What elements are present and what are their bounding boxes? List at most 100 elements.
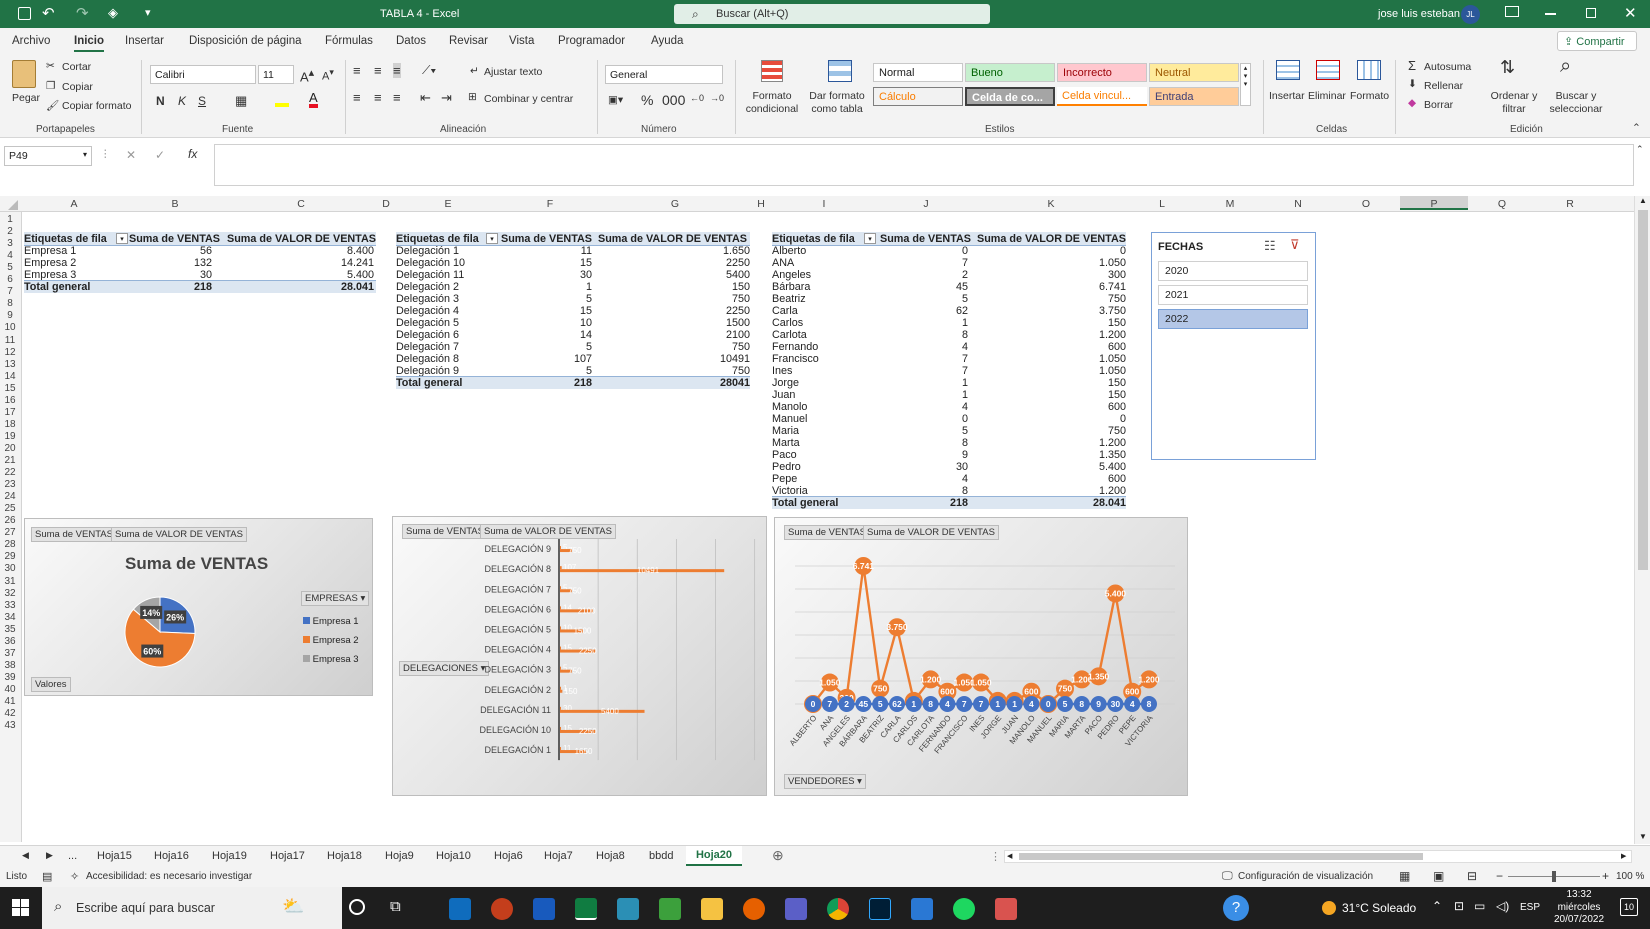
menu-ayuda[interactable]: Ayuda	[651, 35, 683, 47]
prev-sheet-icon[interactable]: ◀	[22, 850, 29, 861]
pivot-row-label[interactable]: ANA	[772, 257, 876, 269]
row-header[interactable]: 17	[0, 407, 20, 418]
cortana-icon[interactable]	[349, 899, 365, 915]
pivot-cell-value[interactable]: 150	[968, 389, 1126, 401]
menu-archivo[interactable]: Archivo	[12, 35, 50, 47]
bar[interactable]	[560, 566, 562, 570]
sort-filter-icon[interactable]: ⇅	[1500, 57, 1515, 78]
row-header[interactable]: 35	[0, 624, 20, 635]
row-header[interactable]: 19	[0, 431, 20, 442]
pivot-cell-value[interactable]: 0	[876, 245, 968, 257]
pivot-cell-value[interactable]: 107	[500, 353, 592, 365]
pivot-cell-value[interactable]: 8	[876, 329, 968, 341]
clear-filter-icon[interactable]: ⊽	[1290, 237, 1300, 253]
row-header[interactable]: 24	[0, 491, 20, 502]
pivot-total-label[interactable]: Total general	[772, 497, 876, 509]
row-header[interactable]: 4	[0, 250, 20, 261]
search-box[interactable]: ⌕ Buscar (Alt+Q)	[674, 4, 990, 24]
sheet-tab[interactable]: bbdd	[649, 850, 673, 862]
pivot-cell-value[interactable]: 750	[592, 293, 750, 305]
pivot-row-label[interactable]: Delegación 2	[396, 281, 500, 293]
sheet-tab[interactable]: Hoja7	[544, 850, 573, 862]
row-header[interactable]: 34	[0, 612, 20, 623]
align-top-icon[interactable]: ≡	[353, 63, 361, 78]
pivot-cell-value[interactable]: 6.741	[968, 281, 1126, 293]
pivot-total-value[interactable]: 28.041	[968, 497, 1126, 509]
format-painter-button[interactable]: Copiar formato	[62, 100, 131, 112]
pivot-cell-value[interactable]: 1.050	[968, 353, 1126, 365]
pivot-cell-value[interactable]: 5400	[592, 269, 750, 281]
horizontal-scrollbar[interactable]: ◀ ▶	[1004, 850, 1632, 863]
column-header[interactable]: G	[598, 198, 752, 210]
pivot-cell-value[interactable]: 2250	[592, 305, 750, 317]
pivot-cell-value[interactable]: 8.400	[212, 245, 374, 257]
sheet-tab[interactable]: Hoja10	[436, 850, 471, 862]
add-sheet-icon[interactable]: ⊕	[772, 847, 784, 864]
sheet-tab[interactable]: Hoja18	[327, 850, 362, 862]
pivot-row-label[interactable]: Delegación 1	[396, 245, 500, 257]
pivot-cell-value[interactable]: 1	[500, 281, 592, 293]
sheet-tab[interactable]: Hoja8	[596, 850, 625, 862]
autosum-icon[interactable]: Σ	[1408, 58, 1416, 73]
wrap-text-button[interactable]: Ajustar texto	[484, 66, 542, 78]
accessibility-icon[interactable]: ✧	[70, 870, 79, 883]
row-header[interactable]: 32	[0, 588, 20, 599]
display-settings-link[interactable]: Configuración de visualización	[1238, 871, 1373, 882]
pivot-row-label[interactable]: Carlos	[772, 317, 876, 329]
camtasia-icon[interactable]	[659, 898, 681, 920]
column-header[interactable]: H	[752, 198, 770, 210]
insert-cells-button[interactable]: Insertar	[1269, 90, 1305, 102]
column-header[interactable]: B	[126, 198, 224, 210]
font-size-select[interactable]: 11	[258, 65, 294, 84]
menu-revisar[interactable]: Revisar	[449, 35, 488, 47]
column-header[interactable]: O	[1332, 198, 1400, 210]
network-icon[interactable]: ⊡	[1454, 899, 1464, 913]
restore-icon[interactable]	[1586, 8, 1596, 18]
row-header[interactable]: 26	[0, 515, 20, 526]
pivot-cell-value[interactable]: 600	[968, 341, 1126, 353]
sheet-tab[interactable]: Hoja17	[270, 850, 305, 862]
filter-dropdown-icon[interactable]: ▾	[116, 233, 128, 244]
photos-icon[interactable]	[911, 898, 933, 920]
collapse-ribbon-icon[interactable]: ⌃	[1632, 122, 1641, 134]
bar[interactable]	[560, 586, 561, 590]
pivot-row-label[interactable]: Delegación 4	[396, 305, 500, 317]
share-button[interactable]: ⇪ Compartir	[1557, 31, 1637, 51]
menu-formulas[interactable]: Fórmulas	[325, 35, 373, 47]
pivot-cell-value[interactable]: 2100	[592, 329, 750, 341]
bar[interactable]	[560, 646, 561, 650]
pivot-row-label[interactable]: Bárbara	[772, 281, 876, 293]
pivot-row-label[interactable]: Delegación 5	[396, 317, 500, 329]
notifications-icon[interactable]: 10	[1620, 898, 1638, 916]
pivot-cell-value[interactable]: 1.200	[968, 437, 1126, 449]
cancel-icon[interactable]: ✕	[126, 148, 136, 162]
pivot-row-label[interactable]: Carla	[772, 305, 876, 317]
zoom-slider[interactable]	[1508, 871, 1600, 882]
zoom-out-icon[interactable]: −	[1496, 869, 1503, 883]
copy-button[interactable]: Copiar	[62, 81, 93, 93]
pivot-cell-value[interactable]: 600	[968, 473, 1126, 485]
display-settings-icon[interactable]: 🖵	[1222, 870, 1233, 883]
pivot-cell-value[interactable]: 1	[876, 389, 968, 401]
row-header[interactable]: 27	[0, 527, 20, 538]
pivot-cell-value[interactable]: 15	[500, 257, 592, 269]
indent-increase-icon[interactable]: ⇥	[441, 90, 452, 106]
row-header[interactable]: 43	[0, 720, 20, 731]
row-header[interactable]: 36	[0, 636, 20, 647]
row-header[interactable]: 2	[0, 226, 20, 237]
pivot-cell-value[interactable]: 56	[126, 245, 212, 257]
pivot-row-label[interactable]: Manolo	[772, 401, 876, 413]
pivot-total-label[interactable]: Total general	[24, 281, 126, 293]
pivot-cell-value[interactable]: 5	[876, 425, 968, 437]
task-view-icon[interactable]: ⧉	[390, 898, 401, 915]
bar[interactable]	[560, 626, 561, 630]
pivot-cell-value[interactable]: 10	[500, 317, 592, 329]
row-header[interactable]: 41	[0, 696, 20, 707]
pivot-cell-value[interactable]: 750	[592, 341, 750, 353]
style-good[interactable]: Bueno	[965, 63, 1055, 82]
fill-icon[interactable]: ⬇	[1408, 78, 1417, 90]
number-format-select[interactable]: General	[605, 65, 723, 84]
column-header[interactable]: L	[1128, 198, 1196, 210]
tab-split-icon[interactable]: ⋮	[990, 850, 1001, 863]
photoshop-icon[interactable]	[869, 898, 891, 920]
